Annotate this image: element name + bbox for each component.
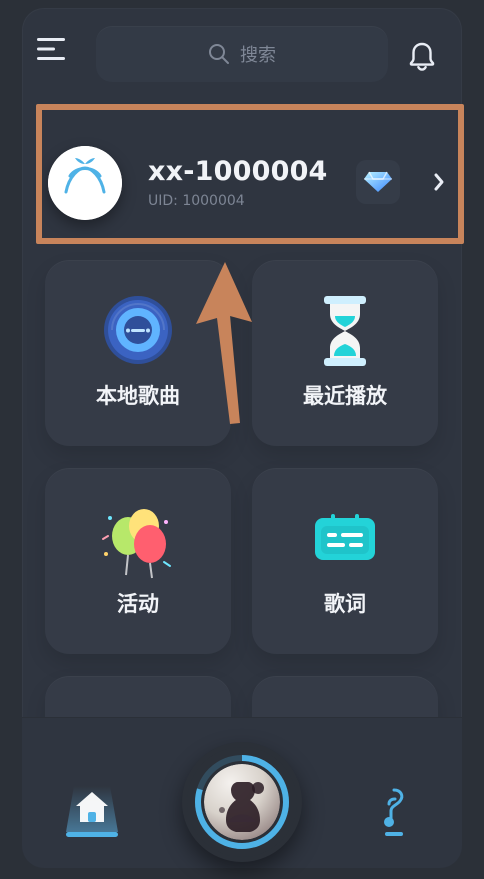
home-icon — [66, 786, 118, 837]
tile-local-music-label: 本地歌曲 — [96, 384, 180, 408]
music-note-icon — [384, 788, 404, 836]
search-icon — [209, 44, 229, 64]
avatar[interactable] — [48, 146, 122, 220]
chevron-right-icon — [434, 173, 444, 191]
album-art-illustration-icon — [204, 764, 280, 840]
lyrics-icon — [313, 514, 377, 568]
tile-recent-play-label: 最近播放 — [303, 384, 387, 408]
tile-recent-play[interactable]: 最近播放 — [252, 260, 438, 446]
tile-lyrics[interactable]: 歌词 — [252, 468, 438, 654]
vinyl-icon — [102, 294, 174, 370]
username: xx-1000004 — [148, 156, 328, 187]
tile-lyrics-label: 歌词 — [324, 592, 366, 616]
notifications-button[interactable] — [402, 36, 442, 76]
bell-icon — [409, 42, 435, 71]
hourglass-icon — [318, 294, 372, 372]
album-art — [204, 764, 280, 840]
tile-activity[interactable]: 活动 — [45, 468, 231, 654]
avatar-illustration-icon — [48, 146, 122, 220]
balloons-icon — [100, 506, 176, 584]
uid-text: UID: 1000004 — [148, 193, 245, 209]
tile-activity-label: 活动 — [117, 592, 159, 616]
menu-icon — [37, 38, 65, 60]
search-placeholder: 搜索 — [240, 45, 276, 66]
nav-home[interactable] — [60, 778, 124, 840]
nav-music[interactable] — [372, 784, 416, 840]
profile-chevron-button[interactable] — [430, 170, 448, 194]
vip-button[interactable] — [356, 160, 400, 204]
search-bar[interactable]: 搜索 — [96, 26, 388, 82]
diamond-icon — [364, 171, 392, 192]
tile-local-music[interactable]: 本地歌曲 — [45, 260, 231, 446]
menu-button[interactable] — [36, 36, 70, 62]
